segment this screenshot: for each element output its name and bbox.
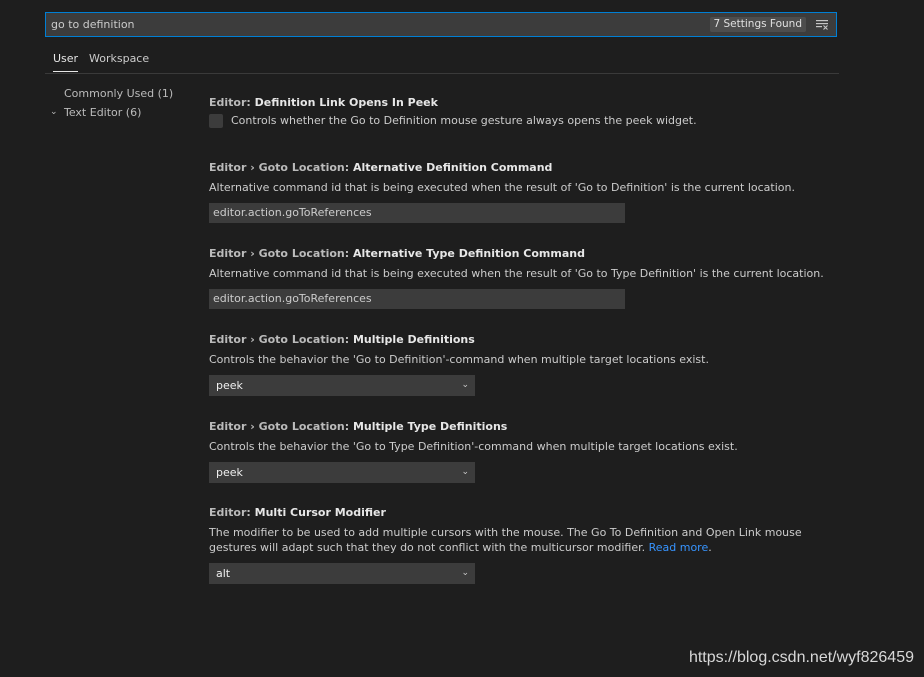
setting-alternative-definition-command: Editor › Goto Location: Alternative Defi… — [209, 161, 839, 223]
setting-dropdown[interactable]: alt ⌄ — [209, 563, 475, 584]
toc-item-text-editor[interactable]: ⌄ Text Editor (6) — [50, 107, 173, 126]
chevron-down-icon[interactable]: ⌄ — [50, 107, 64, 118]
dropdown-value: alt — [216, 567, 231, 580]
tab-user[interactable]: User — [53, 52, 79, 72]
setting-dropdown[interactable]: peek ⌄ — [209, 375, 475, 396]
chevron-down-icon: ⌄ — [461, 467, 469, 477]
setting-description: Controls the behavior the 'Go to Definit… — [209, 353, 709, 366]
setting-title: Editor: Definition Link Opens In Peek — [209, 96, 438, 109]
setting-alternative-type-definition-command: Editor › Goto Location: Alternative Type… — [209, 247, 839, 309]
setting-description: The modifier to be used to add multiple … — [209, 526, 802, 554]
read-more-link[interactable]: Read more — [649, 541, 709, 554]
setting-title: Editor › Goto Location: Alternative Defi… — [209, 161, 553, 174]
toc-item-label: Commonly Used (1) — [64, 87, 174, 100]
settings-search-box[interactable]: 7 Settings Found — [45, 12, 837, 37]
clear-filter-icon[interactable] — [816, 19, 828, 30]
setting-dropdown[interactable]: peek ⌄ — [209, 462, 475, 483]
toc-item-commonly-used[interactable]: Commonly Used (1) — [50, 88, 173, 107]
setting-description: Alternative command id that is being exe… — [209, 267, 824, 280]
settings-scope-tabs: User Workspace — [45, 44, 839, 74]
setting-title: Editor › Goto Location: Multiple Type De… — [209, 420, 508, 433]
setting-description: Controls the behavior the 'Go to Type De… — [209, 440, 738, 453]
setting-description: Controls whether the Go to Definition mo… — [231, 114, 697, 127]
watermark: https://blog.csdn.net/wyf826459 — [688, 649, 914, 666]
setting-title: Editor › Goto Location: Alternative Type… — [209, 247, 585, 260]
setting-checkbox[interactable] — [209, 113, 223, 128]
dropdown-value: peek — [216, 379, 243, 392]
setting-multi-cursor-modifier: Editor: Multi Cursor Modifier The modifi… — [209, 506, 839, 584]
setting-multiple-type-definitions: Editor › Goto Location: Multiple Type De… — [209, 420, 839, 483]
dropdown-value: peek — [216, 466, 243, 479]
setting-title: Editor: Multi Cursor Modifier — [209, 506, 386, 519]
setting-text-input[interactable]: editor.action.goToReferences — [209, 289, 625, 309]
tab-workspace[interactable]: Workspace — [89, 52, 149, 65]
toc-item-label: Text Editor (6) — [64, 106, 142, 119]
chevron-down-icon: ⌄ — [461, 568, 469, 578]
settings-toc: Commonly Used (1) ⌄ Text Editor (6) — [50, 88, 173, 126]
setting-definition-link-opens-in-peek: Editor: Definition Link Opens In Peek Co… — [209, 96, 839, 128]
results-count-badge: 7 Settings Found — [709, 17, 806, 32]
chevron-down-icon: ⌄ — [461, 380, 469, 390]
settings-search-input[interactable] — [46, 13, 691, 36]
setting-title: Editor › Goto Location: Multiple Definit… — [209, 333, 475, 346]
setting-description: Alternative command id that is being exe… — [209, 181, 795, 194]
setting-multiple-definitions: Editor › Goto Location: Multiple Definit… — [209, 333, 839, 396]
setting-text-input[interactable]: editor.action.goToReferences — [209, 203, 625, 223]
